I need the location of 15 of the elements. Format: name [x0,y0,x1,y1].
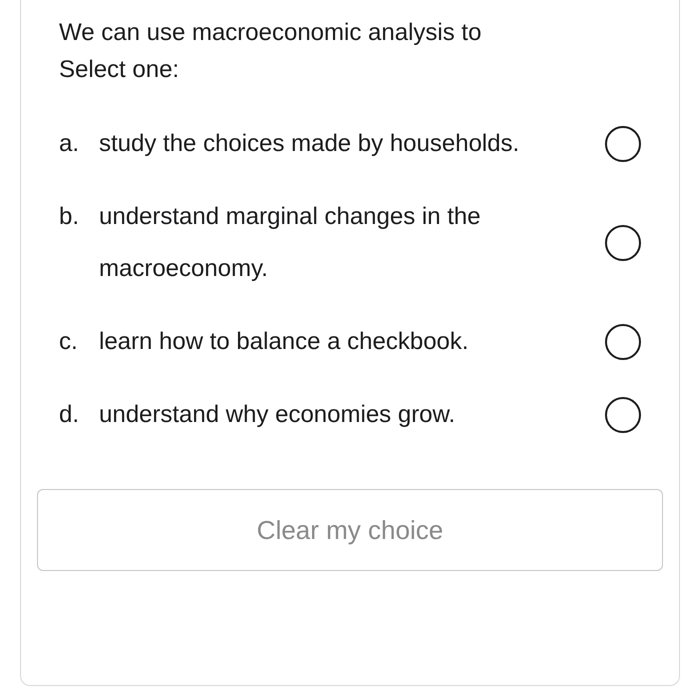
clear-choice-button[interactable]: Clear my choice [37,489,663,571]
select-prompt: Select one: [59,55,180,85]
radio-button[interactable] [605,324,641,360]
option-letter: a. [59,129,80,159]
option-letter: c. [59,327,79,357]
option-text: study the choices made by households. [99,129,520,159]
option-text: understand why economies grow. [99,400,456,430]
option-text: learn how to balance a checkbook. [99,327,469,357]
option-letter: d. [59,400,80,430]
radio-button[interactable] [605,397,641,433]
question-text: We can use macroeconomic analysis to [59,18,482,48]
radio-button[interactable] [605,126,641,162]
option-letter: b. [59,202,80,232]
radio-button[interactable] [605,225,641,261]
option-text: understand marginal changes in the macroeconomy. [99,202,482,284]
